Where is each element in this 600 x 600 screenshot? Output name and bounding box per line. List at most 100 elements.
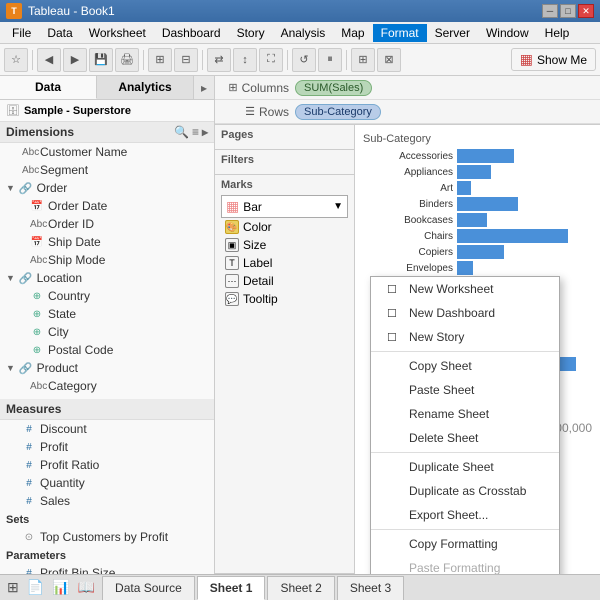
marks-detail[interactable]: ⋯ Detail [221, 272, 348, 290]
field-state[interactable]: ⊕ State [0, 305, 214, 323]
minimize-button[interactable]: ─ [542, 4, 558, 18]
field-city[interactable]: ⊕ City [0, 323, 214, 341]
chart-bar-container[interactable] [457, 261, 592, 275]
field-label: Order ID [48, 217, 94, 231]
group-order[interactable]: ▼ 🔗 Order [0, 179, 214, 197]
toolbar-view[interactable]: ⊟ [174, 48, 198, 72]
rows-pill[interactable]: Sub-Category [295, 104, 381, 120]
menu-worksheet[interactable]: Worksheet [81, 24, 154, 42]
field-customer-name[interactable]: Abc Customer Name [0, 143, 214, 161]
context-menu-item-delete-sheet[interactable]: Delete Sheet [371, 426, 559, 450]
shelf-area: ⊞ Columns SUM(Sales) ☰ Rows Sub-Category [215, 76, 600, 125]
toolbar-sort[interactable]: ↕ [233, 48, 257, 72]
toolbar-tooltip[interactable]: ⊠ [377, 48, 401, 72]
marks-type-dropdown[interactable]: ▦ Bar ▼ [221, 195, 348, 218]
chart-bar-container[interactable] [457, 213, 592, 227]
context-menu-item-export-sheet[interactable]: Export Sheet... [371, 503, 559, 527]
toolbar-pause[interactable]: ⏸ [318, 48, 342, 72]
menu-server[interactable]: Server [427, 24, 478, 42]
search-icon[interactable]: 🔍 [174, 125, 189, 139]
chart-bar-container[interactable] [457, 181, 592, 195]
field-profit-bin-size[interactable]: # Profit Bin Size [0, 564, 214, 574]
toolbar-highlight[interactable]: ⊞ [351, 48, 375, 72]
field-top-customers-profit[interactable]: ⊙ Top Customers by Profit [0, 528, 214, 546]
group-product[interactable]: ▼ 🔗 Product [0, 359, 214, 377]
field-profit[interactable]: # Profit [0, 438, 214, 456]
field-category[interactable]: Abc Category [0, 377, 214, 395]
context-menu-item-new-worksheet[interactable]: ☐New Worksheet [371, 277, 559, 301]
context-menu-item-duplicate-sheet[interactable]: Duplicate Sheet [371, 455, 559, 479]
window-controls[interactable]: ─ □ ✕ [542, 4, 594, 18]
new-dashboard-button[interactable]: 📊 [49, 577, 72, 598]
new-datasource-button[interactable]: ⊞ [4, 577, 22, 598]
data-source[interactable]: 🗄 Sample - Superstore [0, 100, 214, 122]
field-type-abc: Abc [30, 381, 44, 392]
toolbar-save[interactable]: 💾 [89, 48, 113, 72]
chart-bar-container[interactable] [457, 229, 592, 243]
context-menu-item-copy-formatting[interactable]: Copy Formatting [371, 532, 559, 556]
tab-data[interactable]: Data [0, 76, 97, 99]
field-order-date[interactable]: 📅 Order Date [0, 197, 214, 215]
tab-sheet2[interactable]: Sheet 2 [267, 576, 334, 600]
field-profit-ratio[interactable]: # Profit Ratio [0, 456, 214, 474]
marks-color[interactable]: 🎨 Color [221, 218, 348, 236]
menu-file[interactable]: File [4, 24, 39, 42]
field-ship-date[interactable]: 📅 Ship Date [0, 233, 214, 251]
field-quantity[interactable]: # Quantity [0, 474, 214, 492]
tab-datasource[interactable]: Data Source [102, 576, 195, 600]
menu-data[interactable]: Data [39, 24, 80, 42]
field-ship-mode[interactable]: Abc Ship Mode [0, 251, 214, 269]
group-location[interactable]: ▼ 🔗 Location [0, 269, 214, 287]
toolbar-new[interactable]: ☆ [4, 48, 28, 72]
marks-size[interactable]: ▣ Size [221, 236, 348, 254]
new-story-button[interactable]: 📖 [75, 577, 98, 598]
menu-format[interactable]: Format [373, 24, 427, 42]
tab-analytics[interactable]: Analytics [97, 76, 194, 99]
menu-map[interactable]: Map [333, 24, 372, 42]
context-menu-item-copy-sheet[interactable]: Copy Sheet [371, 354, 559, 378]
chart-bar-container[interactable] [457, 197, 592, 211]
maximize-button[interactable]: □ [560, 4, 576, 18]
pages-title: Pages [221, 129, 348, 141]
toolbar-back[interactable]: ◀ [37, 48, 61, 72]
toolbar-refresh[interactable]: ↺ [292, 48, 316, 72]
chart-bar-container[interactable] [457, 165, 592, 179]
columns-pill[interactable]: SUM(Sales) [295, 80, 372, 96]
marks-label[interactable]: T Label [221, 254, 348, 272]
field-country[interactable]: ⊕ Country [0, 287, 214, 305]
toolbar-fit[interactable]: ⛶ [259, 48, 283, 72]
filters-section: Filters [215, 150, 354, 175]
context-menu-item-rename-sheet[interactable]: Rename Sheet [371, 402, 559, 426]
marks-tooltip[interactable]: 💬 Tooltip [221, 290, 348, 308]
chart-row-label: Bookcases [373, 215, 453, 226]
dimensions-icons[interactable]: 🔍 ≡ ▸ [174, 125, 208, 139]
tab-sheet3[interactable]: Sheet 3 [337, 576, 404, 600]
context-menu-item-paste-sheet[interactable]: Paste Sheet [371, 378, 559, 402]
sort-icon[interactable]: ≡ [192, 125, 199, 139]
field-order-id[interactable]: Abc Order ID [0, 215, 214, 233]
chart-bar-container[interactable] [457, 245, 592, 259]
context-menu-item-new-dashboard[interactable]: ☐New Dashboard [371, 301, 559, 325]
field-postal-code[interactable]: ⊕ Postal Code [0, 341, 214, 359]
toolbar-swap[interactable]: ⇄ [207, 48, 231, 72]
toolbar-connect[interactable]: ⊞ [148, 48, 172, 72]
menu-dashboard[interactable]: Dashboard [154, 24, 229, 42]
add-icon[interactable]: ▸ [202, 125, 208, 139]
field-segment[interactable]: Abc Segment [0, 161, 214, 179]
chart-bar-container[interactable] [457, 149, 592, 163]
context-menu-item-new-story[interactable]: ☐New Story [371, 325, 559, 349]
field-sales[interactable]: # Sales [0, 492, 214, 510]
toolbar-print[interactable]: 🖨 [115, 48, 139, 72]
new-sheet-button[interactable]: 📄 [24, 577, 47, 598]
menu-window[interactable]: Window [478, 24, 537, 42]
show-me-button[interactable]: ▦ Show Me [511, 48, 596, 71]
tab-sheet1[interactable]: Sheet 1 [197, 576, 266, 600]
context-menu-item-duplicate-crosstab[interactable]: Duplicate as Crosstab [371, 479, 559, 503]
panel-expand[interactable]: ▸ [194, 76, 214, 99]
toolbar-forward[interactable]: ▶ [63, 48, 87, 72]
menu-help[interactable]: Help [537, 24, 578, 42]
close-button[interactable]: ✕ [578, 4, 594, 18]
menu-analysis[interactable]: Analysis [273, 24, 334, 42]
menu-story[interactable]: Story [229, 24, 273, 42]
field-discount[interactable]: # Discount [0, 420, 214, 438]
